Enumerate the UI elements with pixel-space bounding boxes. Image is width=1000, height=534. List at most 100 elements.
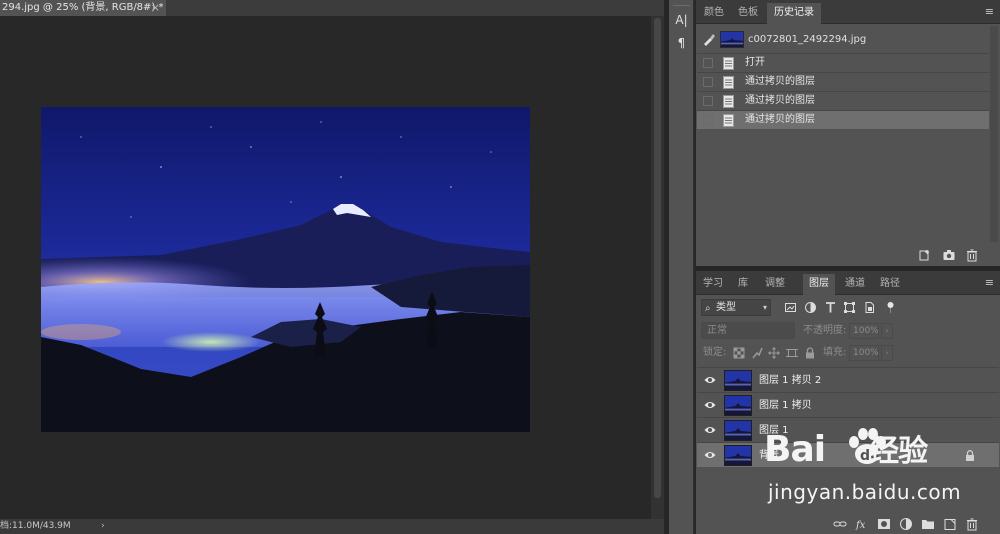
fill-label: 填充: (823, 347, 847, 358)
lock-all-icon[interactable] (804, 347, 816, 359)
document-state-icon (723, 76, 734, 89)
history-state-label: 通过拷贝的图层 (745, 114, 815, 125)
fx-icon[interactable]: fx (855, 517, 869, 531)
collapsed-panel-dock: A| ¶ (669, 0, 694, 534)
add-mask-icon[interactable] (877, 517, 891, 531)
filter-toggle-icon[interactable] (884, 301, 897, 314)
layers-panel-tabs: 学习 库 调整 图层 通道 路径 ≡ (696, 271, 1000, 295)
snapshot-thumbnail (720, 31, 744, 48)
layer-name: 图层 1 (759, 425, 789, 436)
type-filter-icon[interactable] (824, 301, 837, 314)
shape-filter-icon[interactable] (843, 301, 856, 314)
history-state-row-selected[interactable]: 通过拷贝的图层 (697, 110, 989, 129)
document-tab-title: 294.jpg @ 25% (背景, RGB/8#) * (2, 2, 164, 13)
lock-transparent-pixels-icon[interactable] (733, 347, 745, 359)
lock-label: 锁定: (703, 347, 727, 358)
scrollbar-thumb[interactable] (654, 18, 661, 498)
close-icon[interactable]: × (151, 0, 160, 16)
opacity-input[interactable]: 100% (849, 323, 879, 339)
new-document-from-state-icon[interactable] (918, 248, 932, 262)
visibility-eye-icon[interactable] (704, 450, 716, 460)
visibility-eye-icon[interactable] (704, 400, 716, 410)
history-state-row[interactable]: 通过拷贝的图层 (697, 91, 989, 110)
visibility-eye-icon[interactable] (704, 375, 716, 385)
layer-row-selected[interactable]: 背景 (697, 442, 999, 467)
layer-list: 图层 1 拷贝 2 图层 1 拷贝 图层 1 背景 (697, 367, 999, 467)
dock-separator (673, 5, 690, 6)
document-image[interactable] (41, 107, 530, 432)
history-footer (696, 244, 1000, 266)
paragraph-icon[interactable]: ¶ (672, 34, 691, 52)
layer-row[interactable]: 图层 1 拷贝 (697, 392, 999, 417)
history-brush-checkbox[interactable] (703, 58, 713, 68)
vertical-scrollbar[interactable] (651, 16, 664, 519)
new-snapshot-icon[interactable] (942, 248, 956, 262)
layer-thumbnail (724, 420, 752, 441)
layer-thumbnail (724, 395, 752, 416)
panel-menu-icon[interactable]: ≡ (985, 3, 994, 21)
document-size-info: 档:11.0M/43.9M (0, 521, 71, 531)
layer-row[interactable]: 图层 1 (697, 417, 999, 442)
panel-menu-icon[interactable]: ≡ (985, 274, 994, 292)
delete-state-icon[interactable] (965, 248, 979, 262)
layer-thumbnail (724, 445, 752, 466)
history-state-label: 通过拷贝的图层 (745, 95, 815, 106)
filter-kind-select[interactable]: ⌕ 类型 ▾ (701, 299, 771, 316)
tab-learn[interactable]: 学习 (698, 274, 728, 295)
new-layer-icon[interactable] (943, 517, 957, 531)
search-icon: ⌕ (705, 303, 711, 314)
new-adjustment-layer-icon[interactable] (899, 517, 913, 531)
layers-panel: 学习 库 调整 图层 通道 路径 ≡ ⌕ 类型 ▾ 正常 不透明度: 100% … (696, 271, 1000, 534)
adjustment-filter-icon[interactable] (804, 301, 817, 314)
tab-paths[interactable]: 路径 (874, 274, 906, 295)
layer-row[interactable]: 图层 1 拷贝 2 (697, 367, 999, 392)
character-icon[interactable]: A| (672, 11, 691, 29)
tab-layers[interactable]: 图层 (803, 274, 835, 295)
tab-channels[interactable]: 通道 (839, 274, 871, 295)
history-scrollbar[interactable] (990, 26, 998, 242)
layer-name: 背景 (759, 450, 779, 461)
link-layers-icon[interactable] (833, 517, 847, 531)
history-panel: 颜色 色板 历史记录 ≡ c0072801_2492294.jpg 打开 通过拷… (696, 0, 1000, 266)
tab-history[interactable]: 历史记录 (767, 3, 821, 24)
chevron-right-icon[interactable]: › (881, 345, 893, 361)
status-menu-arrow-icon[interactable]: › (101, 519, 105, 534)
history-brush-checkbox[interactable] (703, 115, 713, 125)
canvas-area[interactable] (0, 16, 651, 519)
new-group-icon[interactable] (921, 517, 935, 531)
history-state-row[interactable]: 通过拷贝的图层 (697, 72, 989, 91)
pixel-filter-icon[interactable] (784, 301, 797, 314)
tab-libraries[interactable]: 库 (730, 274, 756, 295)
lock-artboard-icon[interactable] (786, 347, 798, 359)
history-state-row[interactable]: 打开 (697, 53, 989, 72)
tab-color[interactable]: 颜色 (698, 3, 730, 24)
lock-image-pixels-icon[interactable] (751, 347, 763, 359)
delete-layer-icon[interactable] (965, 517, 979, 531)
layer-name: 图层 1 拷贝 (759, 400, 812, 411)
right-panel-column: 颜色 色板 历史记录 ≡ c0072801_2492294.jpg 打开 通过拷… (696, 0, 1000, 534)
document-tab[interactable]: 294.jpg @ 25% (背景, RGB/8#) * × (0, 0, 166, 16)
document-state-icon (723, 95, 734, 108)
tab-adjustments[interactable]: 调整 (759, 274, 791, 295)
smart-object-filter-icon[interactable] (863, 301, 876, 314)
layer-filter-row: ⌕ 类型 ▾ (696, 297, 1000, 319)
visibility-eye-icon[interactable] (704, 425, 716, 435)
layer-name: 图层 1 拷贝 2 (759, 375, 822, 386)
history-brush-checkbox[interactable] (703, 96, 713, 106)
document-state-icon (723, 57, 734, 70)
history-state-label: 通过拷贝的图层 (745, 76, 815, 87)
fill-input[interactable]: 100% (849, 345, 879, 361)
history-snapshot[interactable]: c0072801_2492294.jpg (696, 28, 1000, 52)
history-state-label: 打开 (745, 57, 765, 68)
lock-position-icon[interactable] (768, 347, 780, 359)
chevron-down-icon: ▾ (762, 303, 767, 312)
blend-opacity-row: 正常 不透明度: 100% › (696, 321, 1000, 341)
tab-swatches[interactable]: 色板 (732, 3, 764, 24)
layer-thumbnail (724, 370, 752, 391)
lock-fill-row: 锁定: 填充: 100% › (696, 343, 1000, 363)
chevron-right-icon[interactable]: › (881, 323, 893, 339)
blend-mode-select[interactable]: 正常 (701, 322, 795, 339)
lock-icon (966, 450, 974, 461)
history-brush-source-icon[interactable] (702, 32, 716, 46)
history-brush-checkbox[interactable] (703, 77, 713, 87)
